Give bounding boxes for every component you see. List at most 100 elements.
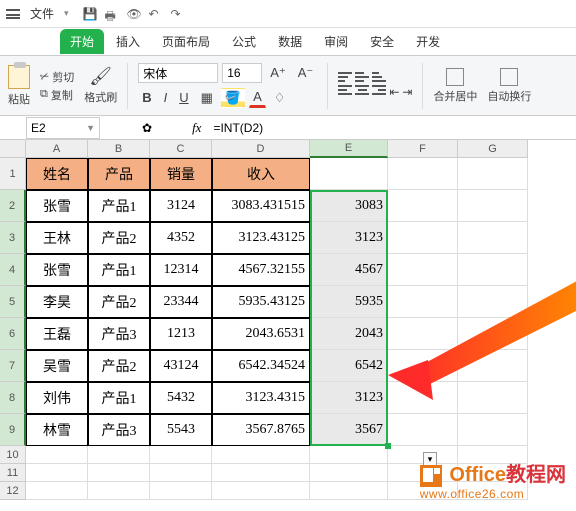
cell[interactable]: 销量 [150, 158, 212, 190]
col-header-b[interactable]: B [88, 140, 150, 158]
cell[interactable]: 产品2 [88, 350, 150, 382]
cell[interactable]: 吴雪 [26, 350, 88, 382]
cell[interactable] [26, 464, 88, 482]
file-menu[interactable]: 文件 [26, 3, 58, 24]
cell[interactable]: 3083 [310, 190, 388, 222]
cell[interactable]: 2043 [310, 318, 388, 350]
font-color-button[interactable]: A [249, 87, 266, 108]
cell[interactable] [150, 482, 212, 500]
merge-center-button[interactable]: 合并居中 [433, 68, 477, 104]
cell[interactable]: 产品1 [88, 190, 150, 222]
cell[interactable] [388, 318, 458, 350]
row-header[interactable]: 10 [0, 446, 26, 464]
indent-increase-icon[interactable]: ⇥ [402, 85, 412, 99]
cell[interactable] [388, 254, 458, 286]
paste-group[interactable]: 粘贴 [8, 65, 30, 107]
cell[interactable]: 产品3 [88, 414, 150, 446]
align-top-icon[interactable] [338, 72, 352, 82]
cell[interactable]: 5935 [310, 286, 388, 318]
tab-data[interactable]: 数据 [268, 29, 312, 54]
tab-security[interactable]: 安全 [360, 29, 404, 54]
border-button[interactable]: ▦ [197, 88, 217, 108]
cell[interactable] [212, 446, 310, 464]
cell[interactable] [26, 482, 88, 500]
align-left-icon[interactable] [338, 85, 352, 99]
cell[interactable] [26, 446, 88, 464]
cell[interactable] [458, 222, 528, 254]
fx-icon[interactable]: ✿ [142, 121, 152, 135]
cell[interactable]: 产品1 [88, 254, 150, 286]
cell[interactable] [388, 190, 458, 222]
tab-start[interactable]: 开始 [60, 29, 104, 54]
save-icon[interactable]: 💾 [83, 7, 97, 21]
cell[interactable]: 3567.8765 [212, 414, 310, 446]
cell[interactable] [150, 446, 212, 464]
align-right-icon[interactable] [372, 85, 386, 99]
cell[interactable] [388, 158, 458, 190]
cell[interactable] [458, 414, 528, 446]
tab-insert[interactable]: 插入 [106, 29, 150, 54]
menu-icon[interactable] [6, 9, 20, 19]
tab-review[interactable]: 审阅 [314, 29, 358, 54]
cell[interactable] [458, 158, 528, 190]
cell[interactable]: 林雪 [26, 414, 88, 446]
row-header[interactable]: 11 [0, 464, 26, 482]
cell[interactable]: 王林 [26, 222, 88, 254]
increase-font-icon[interactable]: A⁺ [266, 63, 290, 83]
redo-icon[interactable]: ↷ [171, 7, 185, 21]
cell[interactable] [388, 222, 458, 254]
cell[interactable]: 5432 [150, 382, 212, 414]
formula-input[interactable]: =INT(D2) [213, 121, 263, 135]
cell[interactable]: 产品2 [88, 222, 150, 254]
select-all-corner[interactable] [0, 140, 26, 158]
cell[interactable]: 张雪 [26, 190, 88, 222]
cell[interactable]: 张雪 [26, 254, 88, 286]
cell[interactable]: 1213 [150, 318, 212, 350]
row-header[interactable]: 8 [0, 382, 26, 414]
cell[interactable]: 12314 [150, 254, 212, 286]
cell[interactable] [88, 446, 150, 464]
row-header[interactable]: 9 [0, 414, 26, 446]
cell[interactable]: 3123 [310, 382, 388, 414]
row-header[interactable]: 7 [0, 350, 26, 382]
cell[interactable]: 3124 [150, 190, 212, 222]
cut-button[interactable]: ✂剪切 [40, 69, 74, 85]
cell[interactable]: 3123.4315 [212, 382, 310, 414]
cell[interactable]: 3567 [310, 414, 388, 446]
row-header[interactable]: 3 [0, 222, 26, 254]
cell[interactable]: 产品 [88, 158, 150, 190]
col-header-d[interactable]: D [212, 140, 310, 158]
tab-dev[interactable]: 开发 [406, 29, 450, 54]
cell[interactable] [88, 464, 150, 482]
cell[interactable]: 23344 [150, 286, 212, 318]
cell[interactable] [388, 414, 458, 446]
cell[interactable]: 产品1 [88, 382, 150, 414]
cell[interactable]: 43124 [150, 350, 212, 382]
align-bottom-icon[interactable] [372, 72, 386, 82]
cell[interactable]: 王磊 [26, 318, 88, 350]
cell[interactable] [310, 446, 388, 464]
dropdown-icon[interactable]: ▾ [64, 8, 69, 19]
fx-label[interactable]: fx [192, 120, 201, 136]
cell[interactable] [150, 464, 212, 482]
col-header-f[interactable]: F [388, 140, 458, 158]
spreadsheet-grid[interactable]: A B C D E F G 1姓名产品销量收入2张雪产品131243083.43… [0, 140, 576, 500]
cell[interactable]: 3123.43125 [212, 222, 310, 254]
cell[interactable] [458, 190, 528, 222]
row-header[interactable]: 6 [0, 318, 26, 350]
preview-icon[interactable]: 👁 [127, 7, 141, 21]
bold-button[interactable]: B [138, 88, 155, 107]
indent-decrease-icon[interactable]: ⇤ [389, 85, 399, 99]
cell[interactable]: 5935.43125 [212, 286, 310, 318]
italic-button[interactable]: I [160, 88, 172, 107]
cell[interactable] [88, 482, 150, 500]
col-header-e[interactable]: E [310, 140, 388, 158]
col-header-a[interactable]: A [26, 140, 88, 158]
cell[interactable] [310, 158, 388, 190]
align-middle-icon[interactable] [355, 72, 369, 82]
cell[interactable] [212, 464, 310, 482]
undo-icon[interactable]: ↶ [149, 7, 163, 21]
cell[interactable]: 6542 [310, 350, 388, 382]
decrease-font-icon[interactable]: A⁻ [294, 63, 318, 83]
cell[interactable]: 收入 [212, 158, 310, 190]
